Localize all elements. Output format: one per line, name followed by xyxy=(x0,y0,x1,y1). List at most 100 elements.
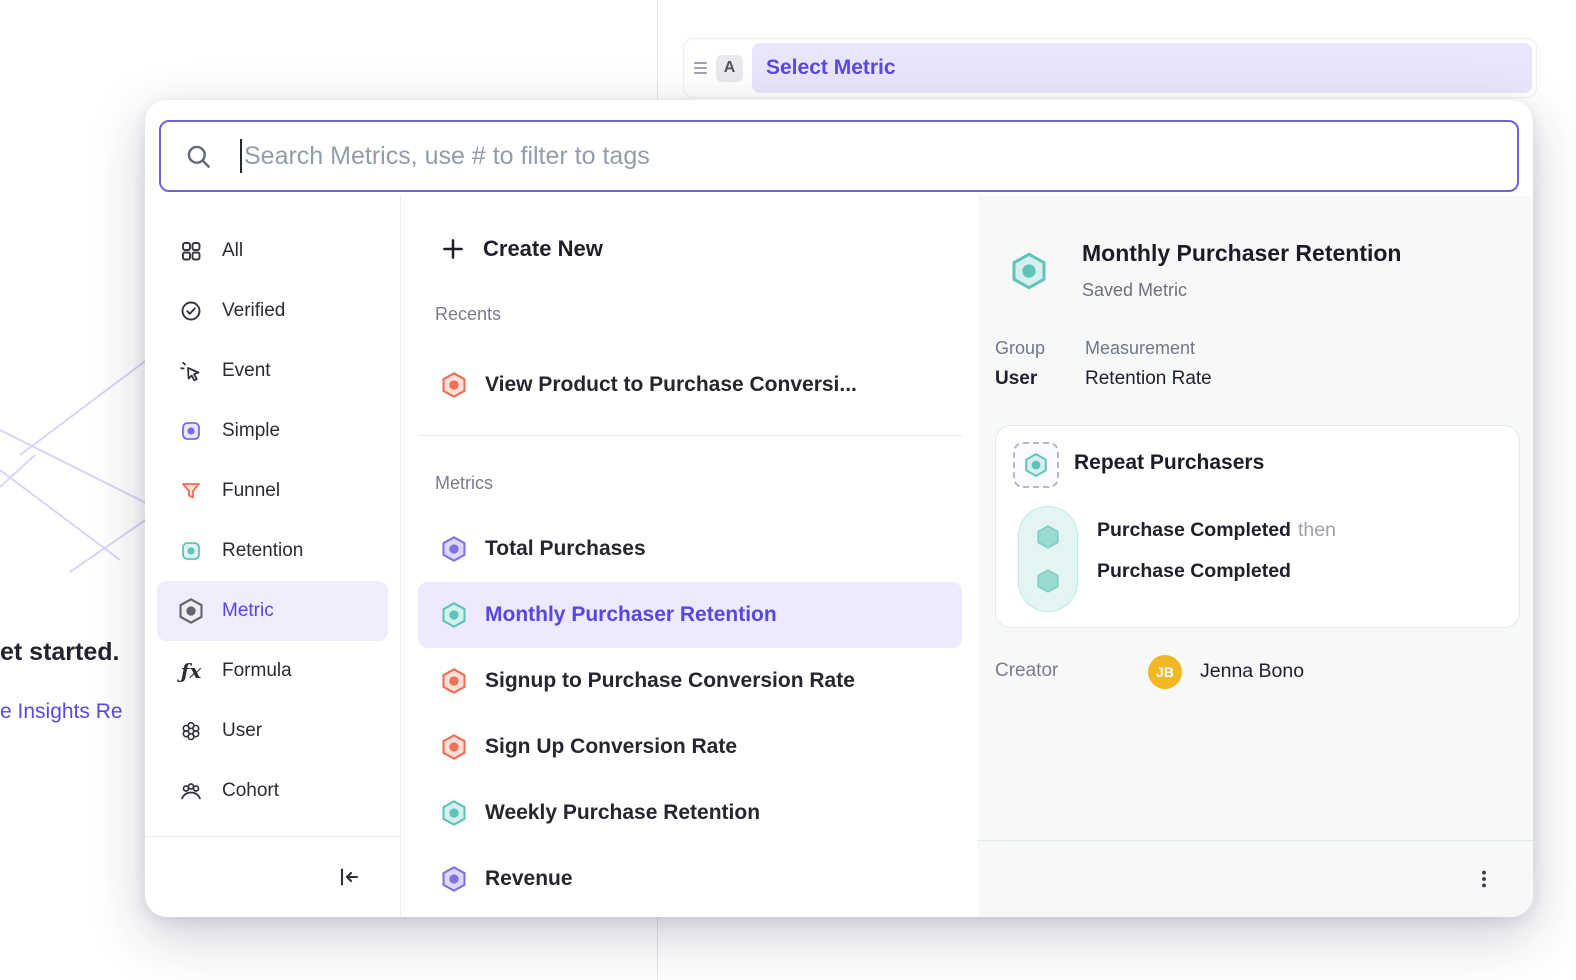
retention-steps-pill xyxy=(1018,506,1078,612)
background-chart-decoration xyxy=(0,335,165,580)
metrics-header: Metrics xyxy=(401,473,978,495)
sidebar-item-label: All xyxy=(222,240,243,262)
metric-detail-panel: Monthly Purchaser Retention Saved Metric… xyxy=(978,196,1533,917)
sidebar-item-label: Verified xyxy=(222,300,285,322)
cohort-people-icon xyxy=(178,778,204,804)
step-2: Purchase Completed xyxy=(1097,560,1291,583)
background-headline-fragment: et started. xyxy=(0,638,119,667)
sidebar-item-label: User xyxy=(222,720,262,742)
recents-header: Recents xyxy=(401,304,978,326)
metric-item-label: Sign Up Conversion Rate xyxy=(485,735,737,759)
metrics-list: Total Purchases Monthly Purchaser Retent… xyxy=(401,516,978,912)
step-hexagon-icon xyxy=(1035,524,1061,550)
sidebar-item-label: Metric xyxy=(222,600,274,622)
sidebar-item-label: Simple xyxy=(222,420,280,442)
metric-item-label: Weekly Purchase Retention xyxy=(485,801,760,825)
metric-list-column: Create New Recents View Product to Purch… xyxy=(401,196,978,917)
metric-hexagon-icon xyxy=(178,598,204,624)
insights-report-link-fragment[interactable]: e Insights Re xyxy=(0,700,123,724)
metric-item-total-purchases[interactable]: Total Purchases xyxy=(418,516,962,582)
sidebar-item-funnel[interactable]: Funnel xyxy=(157,461,388,521)
metric-item-label: Signup to Purchase Conversion Rate xyxy=(485,669,855,693)
select-metric-button[interactable]: Select Metric xyxy=(752,43,1532,93)
step-hexagon-icon xyxy=(1035,568,1061,594)
funnel-metric-icon xyxy=(440,733,468,761)
sidebar-item-label: Retention xyxy=(222,540,303,562)
user-flower-icon xyxy=(178,718,204,744)
select-metric-label: Select Metric xyxy=(766,56,896,80)
group-value: User xyxy=(995,368,1037,390)
vertical-ellipsis-icon xyxy=(1473,867,1495,891)
verified-badge-icon xyxy=(178,298,204,324)
metric-item-signup-to-purchase-conversion-rate[interactable]: Signup to Purchase Conversion Rate xyxy=(418,648,962,714)
metric-item-label: Monthly Purchaser Retention xyxy=(485,603,777,627)
metric-item-revenue[interactable]: Revenue xyxy=(418,846,962,912)
metric-item-label: Revenue xyxy=(485,867,573,891)
sidebar-item-simple[interactable]: Simple xyxy=(157,401,388,461)
step-event: Purchase Completed xyxy=(1097,519,1291,541)
funnel-metric-icon xyxy=(440,667,468,695)
retention-metric-icon xyxy=(440,601,468,629)
filter-sidebar: All Verified xyxy=(145,196,401,917)
sidebar-item-label: Funnel xyxy=(222,480,280,502)
saved-metric-icon xyxy=(1009,251,1049,291)
metric-picker-modal: All Verified xyxy=(145,100,1533,917)
creator-avatar: JB xyxy=(1148,655,1182,689)
metric-item-weekly-purchase-retention[interactable]: Weekly Purchase Retention xyxy=(418,780,962,846)
measurement-value: Retention Rate xyxy=(1085,368,1212,390)
retention-metric-icon xyxy=(440,799,468,827)
search-bar xyxy=(159,120,1519,192)
metric-definition-card: Repeat Purchasers Purchase Completed then… xyxy=(995,425,1520,628)
sidebar-item-label: Event xyxy=(222,360,271,382)
funnel-metric-icon xyxy=(440,371,468,399)
metric-item-label: Total Purchases xyxy=(485,537,646,561)
retention-icon xyxy=(178,538,204,564)
metric-item-monthly-purchaser-retention[interactable]: Monthly Purchaser Retention xyxy=(418,582,962,648)
step-1: Purchase Completed then xyxy=(1097,519,1336,542)
sidebar-item-event[interactable]: Event xyxy=(157,341,388,401)
modal-body: All Verified xyxy=(145,196,1533,917)
sidebar-item-formula[interactable]: ƒx Formula xyxy=(157,641,388,701)
event-metric-icon xyxy=(440,535,468,563)
event-metric-icon xyxy=(440,865,468,893)
creator-label: Creator xyxy=(995,660,1058,682)
collapse-sidebar-icon xyxy=(337,865,361,889)
funnel-icon xyxy=(178,478,204,504)
detail-title: Monthly Purchaser Retention xyxy=(1082,240,1401,267)
search-icon xyxy=(185,143,212,170)
metric-selector-bar: A Select Metric xyxy=(683,38,1537,98)
sidebar-item-retention[interactable]: Retention xyxy=(157,521,388,581)
sidebar-item-all[interactable]: All xyxy=(157,221,388,281)
formula-icon: ƒx xyxy=(178,658,204,684)
sidebar-item-verified[interactable]: Verified xyxy=(157,281,388,341)
search-input[interactable] xyxy=(244,122,1517,190)
creator-name: Jenna Bono xyxy=(1200,660,1304,683)
sidebar-item-cohort[interactable]: Cohort xyxy=(157,761,388,821)
group-label: Group xyxy=(995,338,1045,359)
sidebar-item-metric[interactable]: Metric xyxy=(157,581,388,641)
more-options-button[interactable] xyxy=(1467,862,1501,896)
retention-metric-icon xyxy=(1023,452,1049,478)
text-cursor xyxy=(240,139,242,173)
list-divider xyxy=(418,435,962,436)
series-a-badge[interactable]: A xyxy=(716,55,743,82)
collapse-sidebar-button[interactable] xyxy=(332,860,366,894)
detail-footer xyxy=(978,840,1533,917)
definition-icon-placeholder xyxy=(1013,442,1059,488)
plus-icon xyxy=(440,236,466,262)
simple-metric-icon xyxy=(178,418,204,444)
definition-name: Repeat Purchasers xyxy=(1074,451,1264,475)
metric-item-label: View Product to Purchase Conversi... xyxy=(485,373,857,397)
sidebar-item-user[interactable]: User xyxy=(157,701,388,761)
measurement-label: Measurement xyxy=(1085,338,1195,359)
drag-handle-icon[interactable] xyxy=(694,62,707,74)
recent-item[interactable]: View Product to Purchase Conversi... xyxy=(418,352,962,418)
sidebar-item-label: Cohort xyxy=(222,780,279,802)
create-new-button[interactable]: Create New xyxy=(401,226,978,272)
step-connector: then xyxy=(1298,519,1336,541)
detail-type-label: Saved Metric xyxy=(1082,280,1187,301)
event-cursor-icon xyxy=(178,358,204,384)
metric-item-sign-up-conversion-rate[interactable]: Sign Up Conversion Rate xyxy=(418,714,962,780)
step-event: Purchase Completed xyxy=(1097,560,1291,582)
sidebar-footer xyxy=(145,836,400,917)
